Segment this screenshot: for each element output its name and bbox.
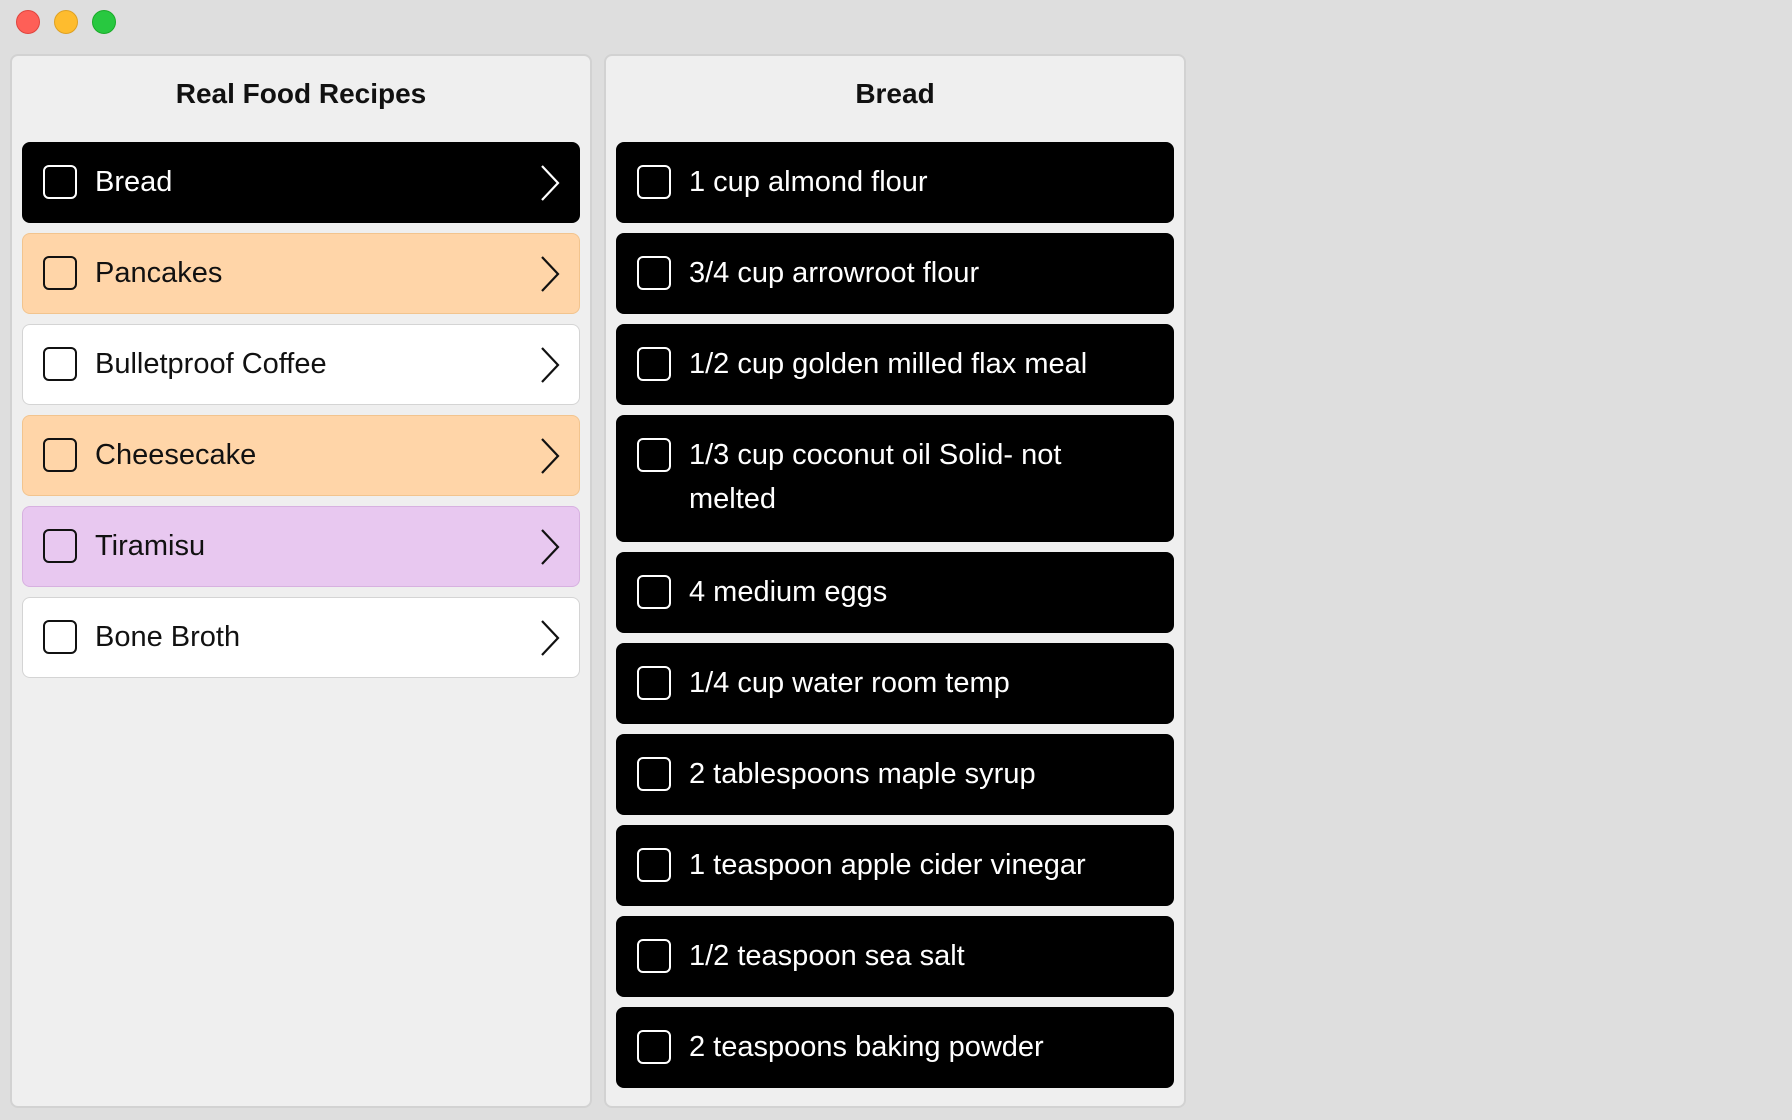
checkbox-icon[interactable] [637, 1030, 671, 1064]
ingredient-row[interactable]: 1/3 cup coconut oil Solid- not melted [616, 415, 1174, 542]
close-window-button[interactable] [16, 10, 40, 34]
recipe-row-cheesecake[interactable]: Cheesecake [22, 415, 580, 496]
ingredients-column: Bread 1 cup almond flour 3/4 cup arrowro… [604, 54, 1186, 1108]
zoom-window-button[interactable] [92, 10, 116, 34]
recipe-label: Bread [95, 166, 173, 198]
chevron-right-icon [539, 163, 561, 203]
ingredient-label: 1 cup almond flour [689, 166, 928, 198]
checkbox-icon[interactable] [43, 438, 77, 472]
ingredient-label: 1 teaspoon apple cider vinegar [689, 849, 1086, 881]
recipe-row-bone-broth[interactable]: Bone Broth [22, 597, 580, 678]
ingredient-row[interactable]: 1/4 cup water room temp [616, 643, 1174, 724]
ingredient-row[interactable]: 2 tablespoons maple syrup [616, 734, 1174, 815]
checkbox-icon[interactable] [43, 347, 77, 381]
recipe-row-tiramisu[interactable]: Tiramisu [22, 506, 580, 587]
chevron-right-icon [539, 618, 561, 658]
recipe-row-bread[interactable]: Bread [22, 142, 580, 223]
recipe-row-bulletproof-coffee[interactable]: Bulletproof Coffee [22, 324, 580, 405]
minimize-window-button[interactable] [54, 10, 78, 34]
checkbox-icon[interactable] [43, 256, 77, 290]
ingredient-label: 1/3 cup coconut oil Solid- not melted [689, 439, 1062, 515]
recipes-title: Real Food Recipes [175, 78, 427, 109]
ingredient-label: 1/2 cup golden milled flax meal [689, 348, 1088, 380]
checkbox-icon[interactable] [637, 848, 671, 882]
ingredient-row[interactable]: 2 teaspoons baking powder [616, 1007, 1174, 1088]
recipe-label: Tiramisu [95, 530, 206, 562]
checkbox-icon[interactable] [637, 256, 671, 290]
recipe-label: Cheesecake [95, 439, 257, 471]
ingredient-label: 2 teaspoons baking powder [689, 1031, 1044, 1063]
recipe-label: Pancakes [95, 257, 223, 289]
chevron-right-icon [539, 527, 561, 567]
checkbox-icon[interactable] [637, 165, 671, 199]
ingredient-row[interactable]: 1/2 cup golden milled flax meal [616, 324, 1174, 405]
checkbox-icon[interactable] [637, 575, 671, 609]
ingredient-label: 3/4 cup arrowroot flour [689, 257, 980, 289]
ingredient-row[interactable]: 4 medium eggs [616, 552, 1174, 633]
checkbox-icon[interactable] [637, 757, 671, 791]
recipe-label: Bulletproof Coffee [95, 348, 327, 380]
ingredients-list: 1 cup almond flour 3/4 cup arrowroot flo… [616, 142, 1174, 1088]
chevron-right-icon [539, 345, 561, 385]
recipes-column: Real Food Recipes Bread Pancakes Bulletp… [10, 54, 592, 1108]
chevron-right-icon [539, 254, 561, 294]
checkbox-icon[interactable] [43, 165, 77, 199]
checkbox-icon[interactable] [637, 939, 671, 973]
ingredients-title: Bread [855, 78, 935, 109]
ingredient-label: 4 medium eggs [689, 576, 888, 608]
ingredient-label: 1/2 teaspoon sea salt [689, 940, 965, 972]
recipe-label: Bone Broth [95, 621, 241, 653]
ingredient-label: 2 tablespoons maple syrup [689, 758, 1036, 790]
app-window: Real Food Recipes Bread Pancakes Bulletp… [0, 0, 1792, 1120]
ingredient-label: 1/4 cup water room temp [689, 667, 1010, 699]
checkbox-icon[interactable] [637, 666, 671, 700]
ingredient-row[interactable]: 3/4 cup arrowroot flour [616, 233, 1174, 314]
checkbox-icon[interactable] [637, 438, 671, 472]
recipes-list: Bread Pancakes Bulletproof Coffee Cheese… [22, 142, 580, 678]
checkbox-icon[interactable] [43, 529, 77, 563]
checkbox-icon[interactable] [637, 347, 671, 381]
recipe-row-pancakes[interactable]: Pancakes [22, 233, 580, 314]
window-controls [16, 10, 116, 34]
ingredient-row[interactable]: 1 cup almond flour [616, 142, 1174, 223]
chevron-right-icon [539, 436, 561, 476]
checkbox-icon[interactable] [43, 620, 77, 654]
ingredient-row[interactable]: 1/2 teaspoon sea salt [616, 916, 1174, 997]
ingredient-row[interactable]: 1 teaspoon apple cider vinegar [616, 825, 1174, 906]
